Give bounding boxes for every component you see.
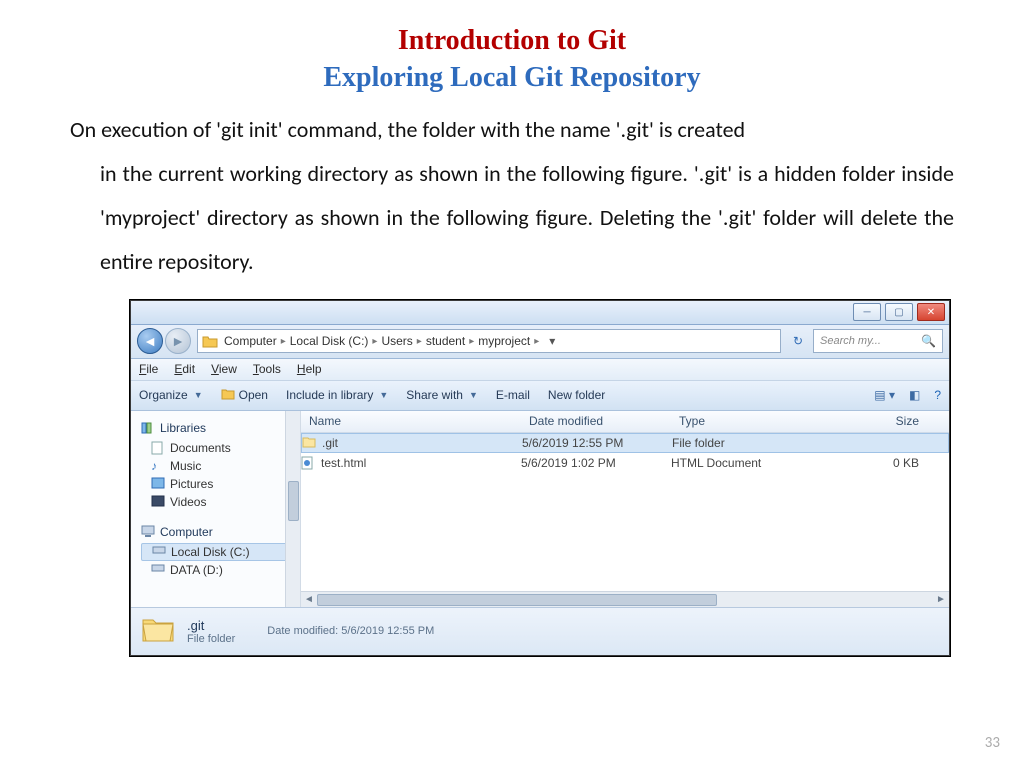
cell-date: 5/6/2019 12:55 PM (522, 436, 672, 450)
html-file-icon (301, 456, 315, 470)
cell-size: 0 KB (811, 456, 949, 470)
sidebar-libraries[interactable]: Libraries (141, 419, 300, 437)
sidebar-data-drive[interactable]: DATA (D:) (141, 561, 300, 579)
sidebar-pictures[interactable]: Pictures (141, 475, 300, 493)
chevron-right-icon: ▸ (417, 336, 422, 347)
menu-view[interactable]: View (211, 362, 237, 376)
menu-help[interactable]: Help (297, 362, 322, 376)
slide-paragraph: On execution of 'git init' command, the … (70, 108, 954, 284)
maximize-button[interactable]: ▢ (885, 303, 913, 321)
menu-file[interactable]: File (139, 362, 158, 376)
sidebar-local-disk[interactable]: Local Disk (C:) (141, 543, 292, 561)
scrollbar-thumb[interactable] (317, 594, 717, 606)
cell-type: File folder (672, 436, 812, 450)
col-name[interactable]: Name (301, 414, 521, 428)
file-row[interactable]: .git 5/6/2019 12:55 PM File folder (301, 433, 949, 453)
nav-bar: ◄ ► Computer▸ Local Disk (C:)▸ Users▸ st… (131, 325, 949, 359)
details-type: File folder (187, 633, 235, 645)
search-placeholder: Search my... (820, 335, 881, 347)
column-headers: Name Date modified Type Size (301, 411, 949, 433)
horizontal-scrollbar[interactable]: ◄ ► (301, 591, 949, 607)
details-name: .git (187, 618, 235, 633)
sidebar-videos[interactable]: Videos (141, 493, 300, 511)
menu-bar: File Edit View Tools Help (131, 359, 949, 381)
crumb-3[interactable]: student (426, 334, 465, 348)
col-date[interactable]: Date modified (521, 414, 671, 428)
back-button[interactable]: ◄ (137, 328, 163, 354)
page-number: 33 (985, 734, 1000, 752)
organize-button[interactable]: Organize▼ (139, 388, 203, 402)
file-list-pane: Name Date modified Type Size .git 5/6/20… (301, 411, 949, 607)
crumb-4[interactable]: myproject (478, 334, 530, 348)
folder-icon (202, 334, 218, 348)
crumb-1[interactable]: Local Disk (C:) (290, 334, 369, 348)
search-input[interactable]: Search my... 🔍 (813, 329, 943, 353)
chevron-right-icon: ▸ (372, 336, 377, 347)
menu-tools[interactable]: Tools (253, 362, 281, 376)
sidebar-computer[interactable]: Computer (141, 523, 300, 541)
close-button[interactable]: ✕ (917, 303, 945, 321)
chevron-down-icon: ▼ (194, 390, 203, 400)
cell-name: .git (322, 436, 338, 450)
new-folder-button[interactable]: New folder (548, 388, 605, 402)
refresh-button[interactable]: ↻ (787, 330, 809, 352)
cell-name: test.html (321, 456, 366, 470)
nav-pane: Libraries Documents ♪Music Pictures Vide… (131, 411, 301, 607)
help-button[interactable]: ? (934, 388, 941, 402)
music-icon: ♪ (151, 459, 165, 473)
videos-icon (151, 495, 165, 509)
crumb-2[interactable]: Users (381, 334, 412, 348)
breadcrumb-dropdown[interactable]: ▾ (543, 334, 561, 348)
cell-type: HTML Document (671, 456, 811, 470)
view-options-button[interactable]: ▤ ▾ (874, 388, 895, 402)
slide-title: Introduction to Git (70, 24, 954, 58)
sidebar-music[interactable]: ♪Music (141, 457, 300, 475)
folder-icon (302, 436, 316, 450)
sidebar-scrollbar[interactable] (285, 411, 300, 607)
share-with-button[interactable]: Share with▼ (406, 388, 478, 402)
col-type[interactable]: Type (671, 414, 811, 428)
email-button[interactable]: E-mail (496, 388, 530, 402)
chevron-right-icon: ▸ (469, 336, 474, 347)
folder-open-icon (221, 388, 235, 402)
search-icon: 🔍 (921, 334, 936, 348)
menu-edit[interactable]: Edit (174, 362, 195, 376)
chevron-right-icon: ▸ (281, 336, 286, 347)
scroll-right-button[interactable]: ► (933, 592, 949, 608)
crumb-0[interactable]: Computer (224, 334, 277, 348)
minimize-button[interactable]: ─ (853, 303, 881, 321)
open-button[interactable]: Open (221, 388, 268, 402)
explorer-window: ─ ▢ ✕ ◄ ► Computer▸ Local Disk (C:)▸ Use… (130, 300, 950, 656)
cell-date: 5/6/2019 1:02 PM (521, 456, 671, 470)
document-icon (151, 441, 165, 455)
details-pane: .git File folder Date modified: 5/6/2019… (131, 607, 949, 655)
para-rest: in the current working directory as show… (70, 152, 954, 284)
drive-icon (151, 563, 165, 577)
drive-icon (152, 545, 166, 559)
details-modified-label: Date modified: (267, 625, 338, 637)
chevron-down-icon: ▼ (469, 390, 478, 400)
preview-pane-button[interactable]: ◧ (909, 388, 920, 402)
computer-icon (141, 525, 155, 539)
para-line1: On execution of 'git init' command, the … (70, 116, 745, 143)
file-row[interactable]: test.html 5/6/2019 1:02 PM HTML Document… (301, 453, 949, 473)
scrollbar-thumb[interactable] (288, 481, 299, 521)
sidebar-documents[interactable]: Documents (141, 439, 300, 457)
folder-icon (141, 614, 175, 648)
chevron-down-icon: ▼ (379, 390, 388, 400)
slide-subtitle: Exploring Local Git Repository (70, 60, 954, 96)
breadcrumb[interactable]: Computer▸ Local Disk (C:)▸ Users▸ studen… (197, 329, 781, 353)
col-size[interactable]: Size (811, 414, 949, 428)
pictures-icon (151, 477, 165, 491)
scroll-left-button[interactable]: ◄ (301, 592, 317, 608)
include-library-button[interactable]: Include in library▼ (286, 388, 388, 402)
forward-button[interactable]: ► (165, 328, 191, 354)
libraries-icon (141, 421, 155, 435)
details-modified: 5/6/2019 12:55 PM (341, 625, 434, 637)
window-titlebar: ─ ▢ ✕ (131, 301, 949, 325)
toolbar: Organize▼ Open Include in library▼ Share… (131, 381, 949, 411)
chevron-right-icon: ▸ (534, 336, 539, 347)
